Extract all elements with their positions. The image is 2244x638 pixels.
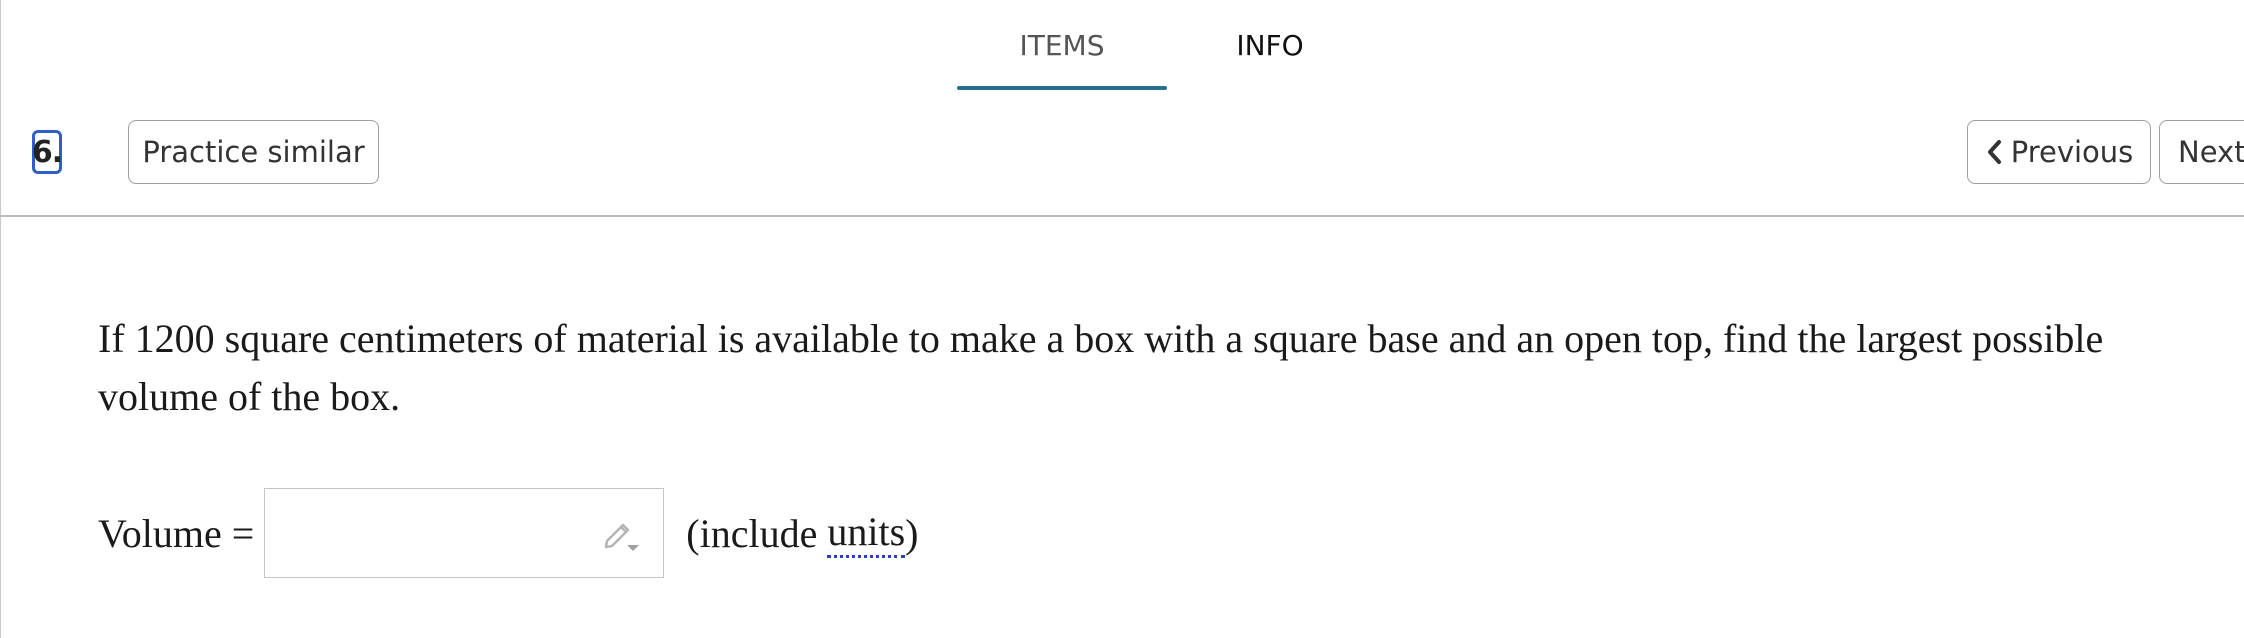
previous-label: Previous (2010, 135, 2134, 169)
pencil-dropdown-icon[interactable] (603, 517, 643, 553)
next-button[interactable]: Next (2159, 120, 2244, 184)
include-units-prefix: (include (686, 510, 828, 556)
volume-label: Volume = (98, 510, 255, 556)
tab-info-label: INFO (1236, 28, 1304, 62)
question-toolbar: 6. Practice similar Previous Next (0, 110, 2244, 196)
question-number[interactable]: 6. (32, 130, 63, 174)
active-tab-indicator (957, 86, 1167, 90)
tab-items-label: ITEMS (1019, 28, 1105, 62)
previous-button[interactable]: Previous (1967, 120, 2151, 184)
next-label: Next (2178, 135, 2244, 169)
practice-similar-label: Practice similar (142, 135, 365, 169)
answer-row: Volume = (include units) (98, 488, 918, 578)
header-divider (0, 215, 2244, 217)
chevron-left-icon (1987, 140, 2001, 164)
left-border (0, 0, 1, 638)
include-units-suffix: ) (905, 510, 919, 556)
practice-similar-button[interactable]: Practice similar (128, 120, 379, 184)
tab-info[interactable]: INFO (1170, 0, 1370, 90)
tab-items[interactable]: ITEMS (957, 0, 1167, 90)
units-help-link[interactable]: units (827, 508, 906, 558)
volume-answer-field[interactable] (264, 488, 665, 578)
tab-bar: ITEMS INFO (0, 0, 2244, 90)
question-text: If 1200 square centimeters of material i… (98, 316, 2104, 419)
